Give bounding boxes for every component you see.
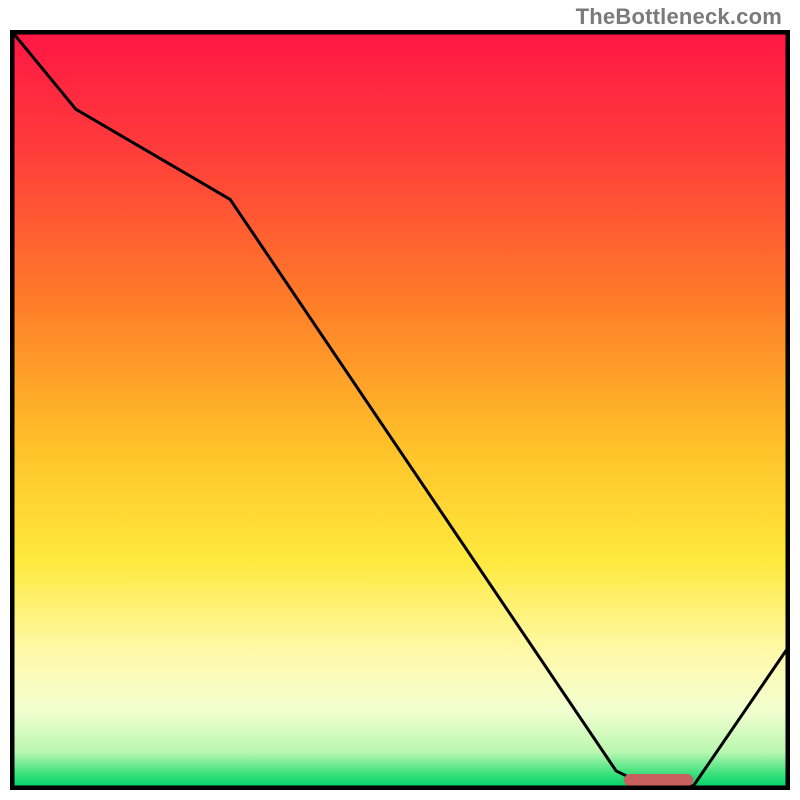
gradient-background (14, 34, 786, 786)
chart-container: TheBottleneck.com (0, 0, 800, 800)
optimal-range-marker (624, 774, 693, 786)
chart-plot (10, 30, 790, 790)
watermark-text: TheBottleneck.com (576, 4, 782, 30)
chart-svg (10, 30, 790, 790)
